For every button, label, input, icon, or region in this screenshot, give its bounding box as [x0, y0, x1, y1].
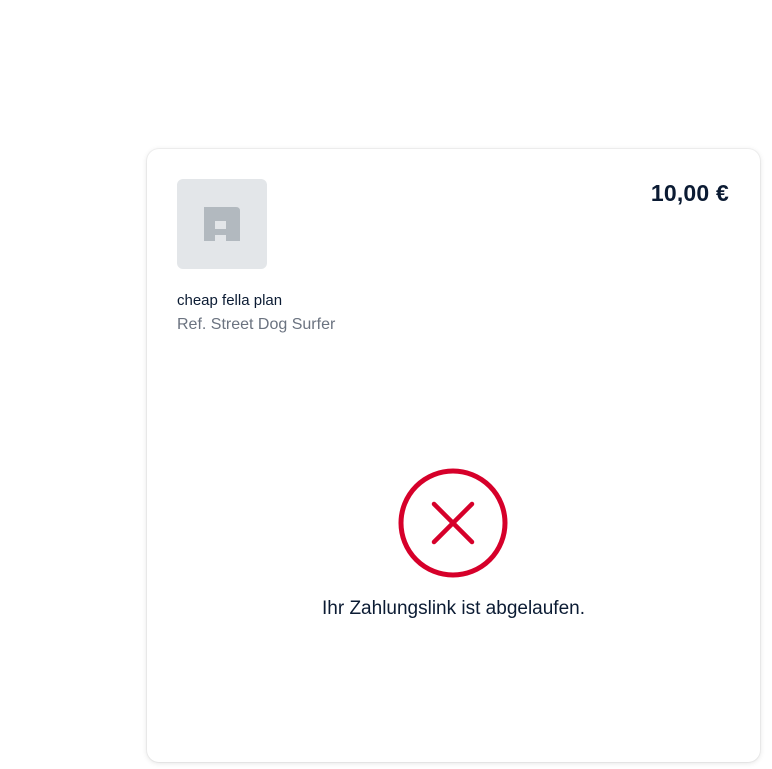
product-reference: Ref. Street Dog Surfer [177, 316, 336, 333]
payment-card: 10,00 € cheap fella plan Ref. Street Dog… [147, 149, 760, 762]
price-amount: 10,00 € [650, 180, 729, 206]
expired-message: Ihr Zahlungslink ist abgelaufen. [322, 598, 585, 619]
close-circle-icon [398, 468, 508, 578]
product-name: cheap fella plan [177, 292, 283, 309]
merchant-logo-icon [204, 207, 240, 241]
merchant-logo [177, 179, 267, 269]
